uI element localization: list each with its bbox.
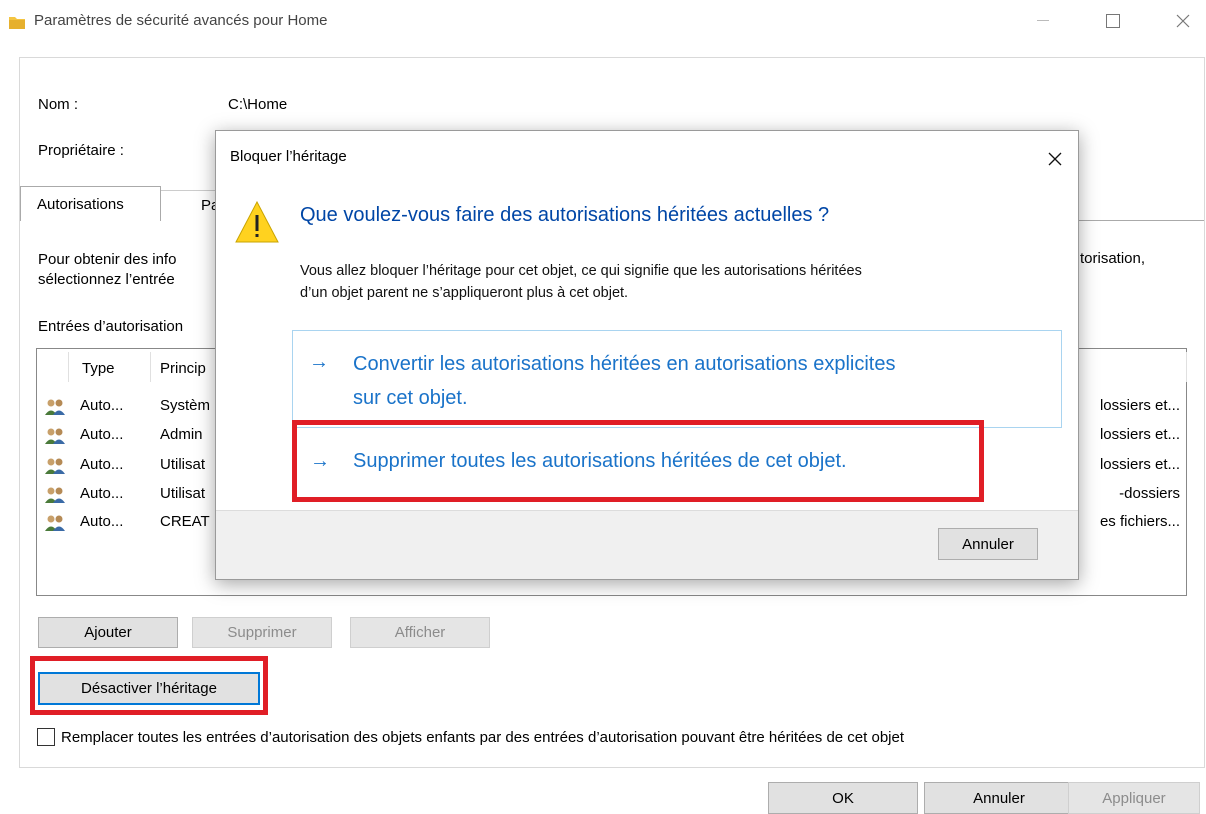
row-type: Auto... xyxy=(80,513,124,530)
dialog-body-line-2: d’un objet parent ne s’appliqueront plus… xyxy=(300,285,629,301)
users-icon xyxy=(44,486,66,504)
description-line-1: Pour obtenir des info xyxy=(38,251,177,268)
row-applies-to: lossiers et... xyxy=(1099,397,1180,414)
close-button[interactable] xyxy=(1160,6,1206,36)
name-value: C:\Home xyxy=(228,96,288,113)
description-right: torisation, xyxy=(1080,250,1146,267)
column-header-principal[interactable]: Princip xyxy=(160,360,218,377)
row-applies-to: lossiers et... xyxy=(1099,426,1180,443)
apply-button[interactable]: Appliquer xyxy=(1068,782,1200,814)
users-icon xyxy=(44,457,66,475)
folder-icon xyxy=(8,14,26,30)
dialog-title: Bloquer l’héritage xyxy=(230,148,347,165)
owner-label: Propriétaire : xyxy=(38,142,124,159)
arrow-right-icon: → xyxy=(309,351,329,373)
column-separator xyxy=(1186,352,1187,382)
users-icon xyxy=(44,398,66,416)
tab-permissions-label: Autorisations xyxy=(37,195,124,213)
dialog-body: Vous allez bloquer l’héritage pour cet o… xyxy=(300,260,1060,304)
disable-inheritance-button[interactable]: Désactiver l’héritage xyxy=(38,672,260,705)
row-type: Auto... xyxy=(80,456,124,473)
name-label: Nom : xyxy=(38,96,79,113)
replace-child-permissions-option[interactable]: Remplacer toutes les entrées d’autorisat… xyxy=(37,726,904,748)
row-type: Auto... xyxy=(80,397,124,414)
dialog-heading: Que voulez-vous faire des autorisations … xyxy=(300,204,830,226)
replace-child-permissions-checkbox[interactable] xyxy=(37,728,55,746)
dialog-close-icon[interactable] xyxy=(1040,144,1070,174)
users-icon xyxy=(44,427,66,445)
users-icon xyxy=(44,514,66,532)
row-principal: CREAT xyxy=(160,513,210,530)
arrow-right-icon: → xyxy=(310,450,330,472)
remove-inherited-permissions-option[interactable]: Supprimer toutes les autorisations hérit… xyxy=(353,450,847,473)
convert-option-line-1: Convertir les autorisations héritées en … xyxy=(353,353,896,375)
row-principal: Utilisat xyxy=(160,456,206,473)
replace-child-permissions-label: Remplacer toutes les entrées d’autorisat… xyxy=(61,728,905,746)
description-text: Pour obtenir des info sélectionnez l’ent… xyxy=(38,250,218,290)
row-applies-to: lossiers et... xyxy=(1099,456,1180,473)
column-separator xyxy=(68,352,69,382)
row-principal: Systèm xyxy=(160,397,211,414)
add-button[interactable]: Ajouter xyxy=(38,617,178,648)
maximize-button[interactable] xyxy=(1090,6,1136,36)
view-button[interactable]: Afficher xyxy=(350,617,490,648)
row-type: Auto... xyxy=(80,426,124,443)
minimize-button[interactable] xyxy=(1020,6,1066,36)
ok-button[interactable]: OK xyxy=(768,782,918,814)
dialog-cancel-button[interactable]: Annuler xyxy=(938,528,1038,560)
description-line-2: sélectionnez l’entrée xyxy=(38,271,175,288)
row-principal: Admin xyxy=(160,426,203,443)
tab-permissions[interactable]: Autorisations xyxy=(20,186,161,221)
row-applies-to: -dossiers xyxy=(1119,485,1180,502)
warning-icon xyxy=(234,200,280,244)
entries-label: Entrées d’autorisation xyxy=(38,318,184,335)
convert-inherited-permissions-option[interactable]: → Convertir les autorisations héritées e… xyxy=(292,330,1062,428)
row-principal: Utilisat xyxy=(160,485,206,502)
convert-option-line-2: sur cet objet. xyxy=(353,387,468,409)
dialog-body-line-1: Vous allez bloquer l’héritage pour cet o… xyxy=(300,263,862,279)
cancel-button[interactable]: Annuler xyxy=(924,782,1074,814)
row-type: Auto... xyxy=(80,485,124,502)
row-applies-to: es fichiers... xyxy=(1099,513,1180,530)
column-header-type[interactable]: Type xyxy=(82,360,115,377)
column-separator xyxy=(150,352,151,382)
window-title: Paramètres de sécurité avancés pour Home xyxy=(34,12,328,29)
remove-button[interactable]: Supprimer xyxy=(192,617,332,648)
tab-other[interactable]: Pa xyxy=(160,190,220,221)
